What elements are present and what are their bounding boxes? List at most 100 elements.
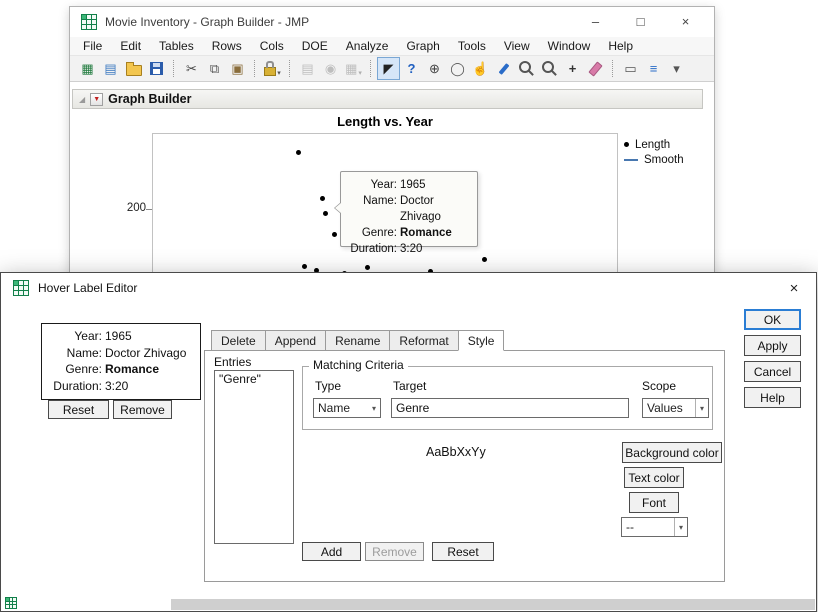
type-label: Type xyxy=(315,379,341,393)
toolbar-separator xyxy=(370,60,372,77)
dialog-title: Hover Label Editor xyxy=(38,281,137,295)
scope-combo[interactable]: Values ▾ xyxy=(642,398,709,418)
scatter-point[interactable] xyxy=(320,196,325,201)
arrow-tool-icon[interactable]: ◤ xyxy=(378,58,399,79)
new-journal-icon[interactable]: ▤ xyxy=(100,58,121,79)
menu-rows[interactable]: Rows xyxy=(203,38,251,54)
scatter-point[interactable] xyxy=(302,264,307,269)
dialog-status-strip xyxy=(171,599,815,610)
save-icon[interactable] xyxy=(146,58,167,79)
scope-combo-value: Values xyxy=(643,401,695,415)
dialog-close-icon[interactable]: × xyxy=(782,278,806,298)
entries-item[interactable]: "Genre" xyxy=(215,371,293,387)
scatter-point[interactable] xyxy=(323,211,328,216)
zoom-in-tool-icon[interactable] xyxy=(516,58,537,79)
open-icon[interactable] xyxy=(123,58,144,79)
menu-graph[interactable]: Graph xyxy=(397,38,448,54)
zoom-out-tool-icon[interactable] xyxy=(539,58,560,79)
tab-rename[interactable]: Rename xyxy=(325,330,390,351)
hover-row-label: Genre: xyxy=(347,225,397,241)
menu-window[interactable]: Window xyxy=(539,38,600,54)
maximize-icon[interactable]: □ xyxy=(618,7,663,36)
menu-help[interactable]: Help xyxy=(599,38,642,54)
copy-icon[interactable]: ⧉ xyxy=(204,58,225,79)
style-sample-text: AaBbXxYy xyxy=(426,445,486,459)
chart-legend: Length Smooth xyxy=(624,137,684,167)
scatter-point[interactable] xyxy=(365,265,370,270)
menu-cols[interactable]: Cols xyxy=(251,38,293,54)
hand-tool-icon[interactable]: ☝ xyxy=(470,58,491,79)
tab-style[interactable]: Style xyxy=(458,330,505,351)
red-triangle-menu-icon[interactable]: ▼ xyxy=(90,93,103,106)
type-combo-value: Name xyxy=(314,401,368,415)
entries-label: Entries xyxy=(214,355,251,369)
ok-button[interactable]: OK xyxy=(744,309,801,330)
annotate-icon[interactable]: ▭ xyxy=(620,58,641,79)
type-combo[interactable]: Name ▾ xyxy=(313,398,381,418)
menu-view[interactable]: View xyxy=(495,38,539,54)
hover-tooltip: Year:1965Name:Doctor ZhivagoGenre:Romanc… xyxy=(340,171,478,247)
tab-reformat[interactable]: Reformat xyxy=(389,330,458,351)
hover-label-preview: Year:1965Name:Doctor ZhivagoGenre:Romanc… xyxy=(41,323,201,400)
font-style-combo[interactable]: -- ▾ xyxy=(621,517,688,537)
menu-edit[interactable]: Edit xyxy=(111,38,150,54)
cut-icon[interactable]: ✂ xyxy=(181,58,202,79)
paste-icon[interactable]: ▣ xyxy=(227,58,248,79)
tab-append[interactable]: Append xyxy=(265,330,326,351)
hover-row-value: 3:20 xyxy=(400,241,471,257)
text-color-button[interactable]: Text color xyxy=(624,467,684,488)
legend-item-smooth[interactable]: Smooth xyxy=(624,152,684,167)
matching-criteria-group: Matching Criteria Type Name ▾ Target Sco… xyxy=(302,366,713,430)
font-button[interactable]: Font xyxy=(629,492,679,513)
disclosure-triangle-icon[interactable]: ◢ xyxy=(79,95,85,104)
brush-tool-icon[interactable] xyxy=(493,58,514,79)
menu-tools[interactable]: Tools xyxy=(449,38,495,54)
hover-row-label: Duration: xyxy=(44,378,102,395)
legend-item-length[interactable]: Length xyxy=(624,137,684,152)
lasso-tool-icon[interactable]: ◯ xyxy=(447,58,468,79)
preview-remove-button[interactable]: Remove xyxy=(113,400,172,419)
lock-icon[interactable]: ▾ xyxy=(262,58,283,79)
toolbar-separator xyxy=(254,60,256,77)
menu-doe[interactable]: DOE xyxy=(293,38,337,54)
help-button[interactable]: Help xyxy=(744,387,801,408)
entries-listbox[interactable]: "Genre" xyxy=(214,370,294,544)
tab-delete[interactable]: Delete xyxy=(211,330,266,351)
hover-row-value: Romance xyxy=(105,361,198,378)
graph-builder-header[interactable]: ◢ ▼ Graph Builder xyxy=(72,89,703,109)
help-tool-icon[interactable]: ? xyxy=(401,58,422,79)
dialog-titlebar: Hover Label Editor × xyxy=(1,273,816,303)
layout-icon: ▦▾ xyxy=(343,58,364,79)
hover-row-label: Year: xyxy=(347,177,397,193)
journal-icon: ▤ xyxy=(297,58,318,79)
toolbar-separator xyxy=(289,60,291,77)
status-bar-icon xyxy=(5,597,17,609)
scatter-point[interactable] xyxy=(332,232,337,237)
red-triangle-glyph: ▼ xyxy=(93,96,100,103)
preview-reset-button[interactable]: Reset xyxy=(48,400,109,419)
hover-row-value: Romance xyxy=(400,225,471,241)
chevron-down-icon: ▾ xyxy=(695,399,708,417)
close-icon[interactable]: × xyxy=(663,7,708,36)
eraser-tool-icon[interactable] xyxy=(585,58,606,79)
add-button[interactable]: Add xyxy=(302,542,361,561)
plus-tool-icon[interactable]: + xyxy=(562,58,583,79)
minimize-icon[interactable]: – xyxy=(573,7,618,36)
tooltip-arrow-icon xyxy=(334,202,341,214)
scatter-point[interactable] xyxy=(296,150,301,155)
scatter-point[interactable] xyxy=(482,257,487,262)
new-data-table-icon[interactable]: ▦ xyxy=(77,58,98,79)
background-color-button[interactable]: Background color xyxy=(622,442,722,463)
target-input[interactable] xyxy=(391,398,629,418)
grabber-tool-icon[interactable]: ⊕ xyxy=(424,58,445,79)
toolbar-overflow-icon[interactable]: ▾ xyxy=(666,58,687,79)
apply-button[interactable]: Apply xyxy=(744,335,801,356)
menu-file[interactable]: File xyxy=(74,38,111,54)
menu-tables[interactable]: Tables xyxy=(150,38,203,54)
graph-builder-title: Graph Builder xyxy=(108,92,191,106)
menu-analyze[interactable]: Analyze xyxy=(337,38,398,54)
style-tab-panel: Entries "Genre" Matching Criteria Type N… xyxy=(204,350,725,582)
reset-button[interactable]: Reset xyxy=(432,542,494,561)
cancel-button[interactable]: Cancel xyxy=(744,361,801,382)
connector-icon[interactable]: ≡ xyxy=(643,58,664,79)
